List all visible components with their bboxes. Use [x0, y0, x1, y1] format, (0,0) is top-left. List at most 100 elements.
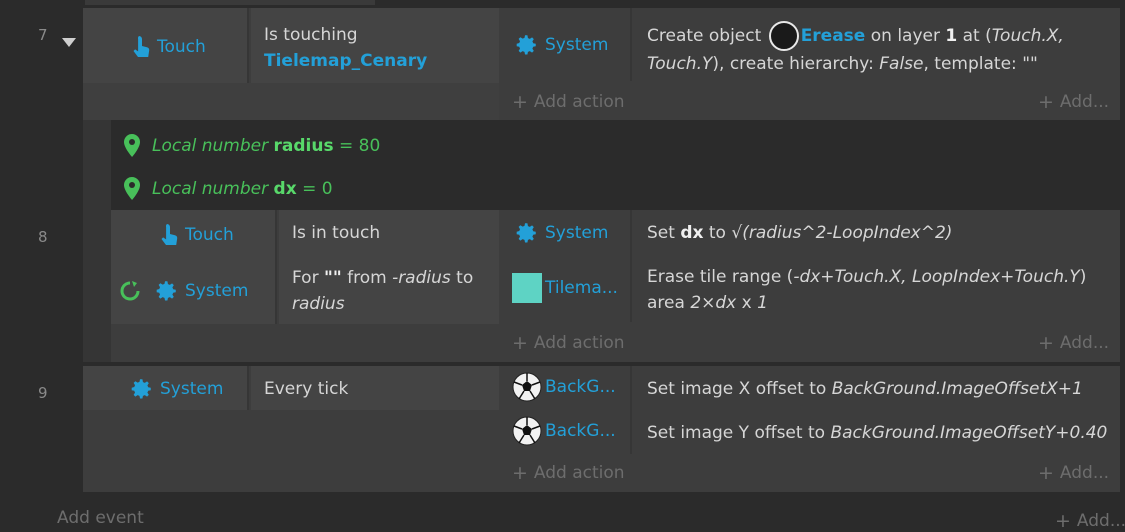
touch-icon [131, 34, 151, 60]
add-more-label: Add... [1059, 92, 1110, 112]
gear-icon [513, 220, 539, 246]
condition-text-cell[interactable]: Every tick [251, 366, 499, 410]
add-action-button[interactable]: + Add action [512, 91, 625, 113]
action-text-cell[interactable]: Create object Erease on layer 1 at (Touc… [634, 8, 1120, 81]
action-param: dx [680, 223, 704, 243]
action-param: BackGround.ImageOffsetY+0.40 [830, 423, 1108, 443]
add-more-label: Add... [1059, 333, 1110, 353]
action-param: "" [1022, 54, 1038, 74]
action-text: on layer [870, 26, 940, 46]
add-more-button[interactable]: + Add... [1038, 332, 1109, 354]
add-action-label: Add action [533, 333, 625, 353]
action-param: 2×dx [690, 293, 737, 313]
condition-object-cell[interactable]: Touch [83, 8, 249, 83]
local-var-value: 0 [321, 179, 333, 199]
condition-object-name: Touch [157, 37, 206, 57]
soccer-ball-icon [512, 372, 542, 402]
collapse-toggle-icon[interactable] [62, 38, 76, 47]
condition-param: -radius [392, 268, 451, 288]
touch-icon [159, 222, 179, 248]
action-text-cell[interactable]: Set image X offset to BackGround.ImageOf… [634, 366, 1120, 454]
erease-object-icon [768, 21, 799, 51]
add-more-button[interactable]: + Add... [1038, 462, 1109, 484]
add-more-button[interactable]: + Add... [1055, 510, 1125, 532]
action-text: ), create hierarchy: [712, 54, 874, 74]
previous-event-strip [85, 0, 375, 5]
soccer-ball-icon [512, 416, 542, 446]
action-text-cell[interactable]: Set dx to √(radius^2-LoopIndex^2) Erase … [634, 210, 1120, 322]
event-line-number: 8 [38, 228, 48, 246]
local-variable-row[interactable]: Local number radius = 80 [122, 133, 380, 159]
action-param: -dx+Touch.X, LoopIndex+Touch.Y [793, 267, 1080, 287]
add-action-label: Add action [533, 92, 625, 112]
add-more-label: Add... [1076, 511, 1125, 531]
action-object-name: BackG... [545, 421, 616, 441]
action-object-name: System [545, 223, 609, 243]
add-action-button[interactable]: + Add action [512, 332, 625, 354]
tilemap-icon [512, 273, 542, 303]
add-action-button[interactable]: + Add action [512, 462, 625, 484]
local-var-name: dx [273, 179, 297, 199]
add-action-label: Add action [533, 463, 625, 483]
action-param: √(radius^2-LoopIndex^2) [731, 223, 953, 243]
gear-icon [128, 376, 154, 402]
action-text: area [647, 293, 685, 313]
action-text: Set image Y offset to [647, 423, 826, 443]
action-text: x [741, 293, 752, 313]
gear-icon [513, 32, 539, 58]
condition-text: For [292, 268, 319, 288]
condition-param: radius [292, 294, 345, 314]
action-text: Erase tile range ( [647, 267, 794, 287]
action-text: at ( [962, 26, 992, 46]
action-object-name: BackG... [545, 377, 616, 397]
nesting-rail [83, 120, 111, 362]
add-event-button[interactable]: Add event [57, 508, 144, 528]
condition-text: Every tick [264, 379, 349, 399]
action-param: False [879, 54, 924, 74]
condition-text: from [347, 268, 387, 288]
condition-object-name: System [185, 281, 249, 301]
action-object-cell[interactable]: System [499, 8, 632, 81]
local-var-type: Local number [152, 136, 269, 156]
loop-icon [119, 280, 141, 302]
condition-object-name: System [160, 379, 224, 399]
action-param: Touch.X, [991, 26, 1064, 46]
condition-text: to [456, 268, 474, 288]
condition-object-name: Touch [185, 225, 234, 245]
condition-text: Is in touch [292, 223, 381, 243]
condition-object-cell[interactable]: System [83, 366, 249, 410]
action-text: Set image X offset to [647, 379, 827, 399]
local-variable-row[interactable]: Local number dx = 0 [122, 176, 333, 202]
condition-text-cell[interactable]: Is touching Tielemap_Cenary [251, 8, 499, 83]
local-var-eq: = [339, 136, 354, 156]
local-var-value: 80 [358, 136, 381, 156]
location-pin-icon [122, 176, 142, 202]
action-param: BackGround.ImageOffsetX+1 [831, 379, 1083, 399]
action-object-cell[interactable]: BackG... BackG... [499, 366, 632, 454]
action-param: 1 [945, 26, 958, 46]
add-more-button[interactable]: + Add... [1038, 91, 1109, 113]
action-param: Touch.Y [647, 54, 713, 74]
condition-target-object[interactable]: Tielemap_Cenary [264, 51, 427, 71]
add-more-label: Add... [1059, 463, 1110, 483]
condition-object-cell[interactable]: Touch System [111, 210, 277, 324]
action-text: Set [647, 223, 675, 243]
action-param: 1 [757, 293, 768, 313]
action-text: to [708, 223, 726, 243]
local-var-type: Local number [152, 179, 269, 199]
condition-empty-area[interactable] [83, 83, 499, 120]
action-text: Create object [647, 26, 762, 46]
action-text: ) [1079, 267, 1087, 287]
gear-icon [153, 278, 179, 304]
event-line-number: 7 [38, 26, 48, 44]
action-object-link[interactable]: Erease [801, 26, 866, 46]
condition-text-cell[interactable]: Is in touch For "" from -radius to radiu… [279, 210, 499, 324]
condition-text: Is touching [264, 25, 358, 45]
action-object-cell[interactable]: System Tilema... [499, 210, 632, 322]
action-text: , template: [923, 54, 1017, 74]
condition-param: "" [323, 268, 342, 288]
local-var-name: radius [273, 136, 334, 156]
event-line-number: 9 [38, 384, 48, 402]
location-pin-icon [122, 133, 142, 159]
local-var-eq: = [302, 179, 317, 199]
